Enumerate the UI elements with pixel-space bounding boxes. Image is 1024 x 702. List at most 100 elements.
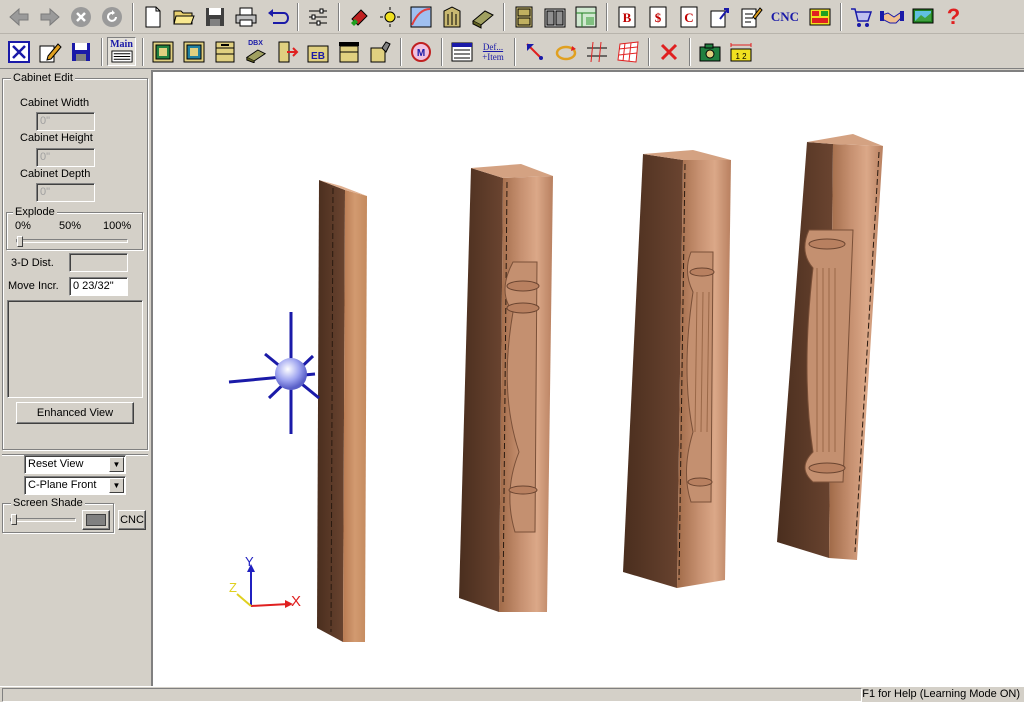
cabinet-icon[interactable] — [509, 2, 538, 31]
layout-icon[interactable] — [805, 2, 834, 31]
print-icon[interactable] — [231, 2, 260, 31]
paint-icon[interactable] — [344, 2, 373, 31]
explode-slider-track[interactable] — [16, 239, 128, 243]
cabinet-height-field[interactable]: 0" — [36, 148, 95, 167]
wall-cabinet-icon[interactable] — [179, 37, 208, 66]
tall-cabinet-icon[interactable] — [210, 37, 239, 66]
camera-icon[interactable] — [695, 37, 724, 66]
main-menu-button[interactable]: Main — [107, 37, 136, 66]
delete-icon[interactable] — [654, 37, 683, 66]
def-item-button[interactable]: Def... +Item — [478, 37, 508, 66]
preview-box — [7, 300, 143, 398]
cabinet-group-icon[interactable] — [540, 2, 569, 31]
grid-icon[interactable] — [613, 37, 642, 66]
shade-color-button[interactable] — [82, 510, 110, 530]
explode-100-label: 100% — [103, 220, 132, 232]
axis-indicator: Y Z X — [229, 554, 301, 610]
status-bar: F1 for Help (Learning Mode ON) — [0, 686, 1024, 702]
chevron-down-icon[interactable]: ▼ — [109, 478, 124, 493]
door-icon[interactable] — [437, 2, 466, 31]
shopping-cart-icon[interactable] — [846, 2, 875, 31]
explode-slider-thumb[interactable] — [17, 236, 23, 247]
refresh-icon[interactable] — [97, 2, 126, 31]
materials-icon[interactable]: M — [406, 37, 435, 66]
light-icon[interactable] — [375, 2, 404, 31]
part-baluster-1[interactable] — [459, 164, 553, 612]
svg-text:EB: EB — [311, 51, 325, 62]
rotate-icon[interactable] — [551, 37, 580, 66]
open-folder-icon[interactable] — [169, 2, 198, 31]
presentation-icon[interactable] — [908, 2, 937, 31]
curve-icon[interactable] — [406, 2, 435, 31]
base-cabinet-icon[interactable] — [148, 37, 177, 66]
part-baluster-2[interactable] — [623, 150, 731, 588]
axis-y-label: Y — [245, 554, 254, 569]
secondary-toolbar: Main DBX EB M Def... +Item 1 2 — [0, 35, 1024, 69]
cabinet-height-label: Cabinet Height — [20, 132, 93, 144]
3d-dist-label: 3-D Dist. — [11, 257, 54, 269]
price-report-icon[interactable]: $ — [643, 2, 672, 31]
view-select[interactable]: Reset View ▼ — [24, 455, 126, 474]
cabinet-width-field[interactable]: 0" — [36, 112, 95, 131]
screen-shade-slider-thumb[interactable] — [11, 514, 17, 525]
screen-shade-slider-track[interactable] — [10, 518, 76, 522]
cabinet-width-label: Cabinet Width — [20, 97, 90, 109]
cnc-button[interactable]: CNC — [767, 2, 803, 31]
status-cell — [2, 688, 862, 702]
part-baluster-3[interactable] — [777, 134, 883, 560]
axis-z-label: Z — [229, 580, 237, 595]
undo-icon[interactable] — [262, 2, 291, 31]
enhanced-view-button[interactable]: Enhanced View — [16, 402, 134, 424]
cnc-side-button[interactable]: CNC — [118, 510, 146, 530]
chevron-down-icon[interactable]: ▼ — [109, 457, 124, 472]
new-file-icon[interactable] — [138, 2, 167, 31]
dbx-icon[interactable]: DBX — [241, 37, 270, 66]
stop-icon[interactable] — [66, 2, 95, 31]
save-icon[interactable] — [200, 2, 229, 31]
svg-text:C: C — [684, 10, 693, 25]
back-icon[interactable] — [4, 2, 33, 31]
cutlist-report-icon[interactable]: C — [674, 2, 703, 31]
edit-pencil-icon[interactable] — [35, 37, 64, 66]
board-icon[interactable] — [468, 2, 497, 31]
svg-text:1 2: 1 2 — [735, 52, 747, 61]
edit-report-icon[interactable] — [736, 2, 765, 31]
plane-select-value: C-Plane Front — [28, 479, 97, 491]
save-small-icon[interactable] — [66, 37, 95, 66]
grid-lines-icon[interactable] — [582, 37, 611, 66]
help-icon[interactable]: ? — [939, 2, 968, 31]
app-window: B $ C CNC ? Main DBX EB M Def... +Item 1… — [0, 0, 1024, 702]
svg-text:B: B — [622, 10, 631, 25]
dimension-icon[interactable]: 1 2 — [726, 37, 755, 66]
cabinet-edit-icon[interactable] — [4, 37, 33, 66]
explode-title: Explode — [13, 206, 57, 218]
cabinet-edit-title: Cabinet Edit — [11, 72, 75, 84]
cabinet-depth-field[interactable]: 0" — [36, 183, 95, 202]
axis-x-label: X — [291, 593, 301, 610]
move-incr-field[interactable]: 0 23/32" — [69, 277, 128, 296]
3d-viewport[interactable]: Y Z X — [151, 70, 1024, 686]
screen-shade-title: Screen Shade — [11, 497, 85, 509]
cabinet-depth-label: Cabinet Depth — [20, 168, 91, 180]
svg-text:$: $ — [654, 10, 661, 25]
export-icon[interactable] — [705, 2, 734, 31]
plane-select[interactable]: C-Plane Front ▼ — [24, 476, 126, 495]
pointer-icon[interactable] — [520, 37, 549, 66]
resize-icon[interactable] — [272, 37, 301, 66]
3d-dist-field[interactable] — [69, 253, 128, 272]
settings-sliders-icon[interactable] — [303, 2, 332, 31]
edge-band-icon[interactable]: EB — [303, 37, 332, 66]
finish-icon[interactable] — [365, 37, 394, 66]
manipulator-gizmo[interactable] — [228, 312, 320, 434]
view-select-value: Reset View — [28, 458, 84, 470]
parts-list-icon[interactable] — [447, 37, 476, 66]
hardware-icon[interactable] — [334, 37, 363, 66]
bid-report-icon[interactable]: B — [612, 2, 641, 31]
room-layout-icon[interactable] — [571, 2, 600, 31]
3d-scene[interactable]: Y Z X — [153, 72, 1024, 686]
move-incr-label: Move Incr. — [8, 280, 59, 292]
forward-icon[interactable] — [35, 2, 64, 31]
handshake-icon[interactable] — [877, 2, 906, 31]
part-board[interactable] — [317, 180, 367, 642]
explode-50-label: 50% — [59, 220, 82, 232]
